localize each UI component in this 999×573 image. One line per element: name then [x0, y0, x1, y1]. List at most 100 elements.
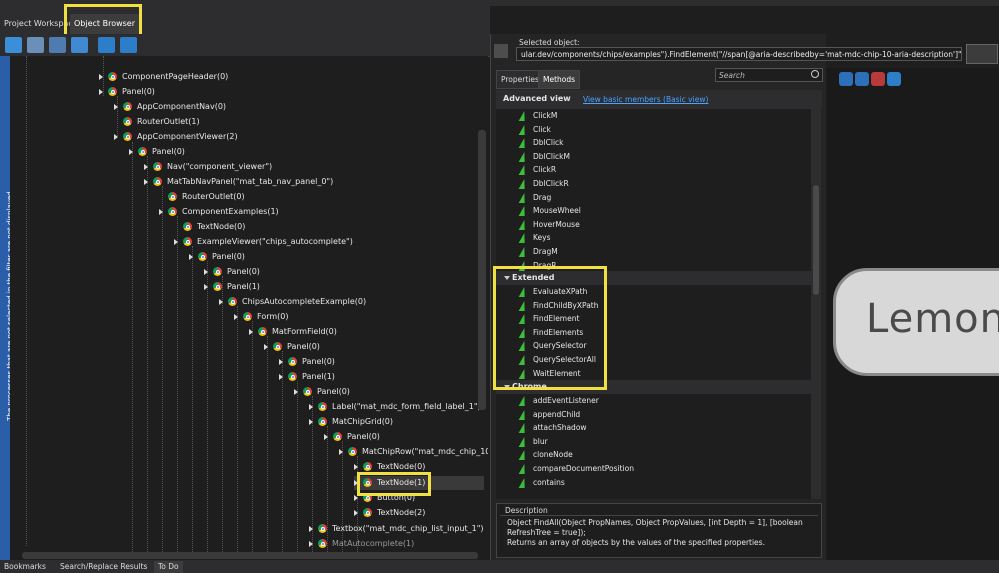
- expand-arrow-icon[interactable]: [129, 148, 133, 155]
- expand-arrow-icon[interactable]: [204, 283, 208, 290]
- expand-arrow-icon[interactable]: [189, 253, 193, 260]
- tree-horizontal-scrollbar[interactable]: [22, 552, 478, 559]
- tree-node[interactable]: ChipsAutocompleteExample(0): [219, 295, 366, 309]
- method-item[interactable]: ClickM: [496, 109, 811, 123]
- expand-arrow-icon[interactable]: [324, 433, 328, 440]
- tree-node[interactable]: AppComponentNav(0): [114, 100, 226, 114]
- tree-node[interactable]: Panel(0): [294, 385, 350, 399]
- method-item[interactable]: MouseWheel: [496, 204, 811, 218]
- tree-node[interactable]: Panel(0): [99, 85, 155, 99]
- expand-arrow-icon[interactable]: [279, 373, 283, 380]
- fit-to-screen-icon[interactable]: [887, 72, 901, 86]
- expand-arrow-icon[interactable]: [309, 525, 313, 532]
- zoom-in-icon[interactable]: [855, 72, 869, 86]
- method-item[interactable]: QuerySelectorAll: [496, 353, 811, 367]
- expand-arrow-icon[interactable]: [99, 88, 103, 95]
- method-item[interactable]: Click: [496, 123, 811, 137]
- expand-arrow-icon[interactable]: [219, 298, 223, 305]
- tree-node[interactable]: RouterOutlet(1): [123, 115, 200, 129]
- method-item[interactable]: blur: [496, 435, 811, 449]
- tree-node[interactable]: ExampleViewer("chips_autocomplete"): [174, 235, 353, 249]
- method-item[interactable]: cloneNode: [496, 448, 811, 462]
- options-gear-icon[interactable]: [49, 37, 66, 53]
- tab-bookmarks[interactable]: Bookmarks: [0, 561, 50, 573]
- expand-arrow-icon[interactable]: [99, 73, 103, 80]
- refresh-icon[interactable]: [98, 37, 115, 53]
- expand-arrow-icon[interactable]: [309, 540, 313, 547]
- expand-arrow-icon[interactable]: [354, 509, 358, 516]
- tree-node[interactable]: Panel(0): [189, 250, 245, 264]
- collapse-arrow-icon[interactable]: [504, 385, 510, 389]
- method-item[interactable]: DblClick: [496, 136, 811, 150]
- expand-arrow-icon[interactable]: [234, 313, 238, 320]
- settings-gear-icon[interactable]: [27, 37, 44, 53]
- method-item[interactable]: DblClickR: [496, 177, 811, 191]
- highlight-element-icon[interactable]: [839, 72, 853, 86]
- method-item[interactable]: WaitElement: [496, 367, 811, 381]
- expand-arrow-icon[interactable]: [264, 343, 268, 350]
- eye-icon[interactable]: [71, 37, 88, 53]
- method-item[interactable]: DblClickM: [496, 150, 811, 164]
- tab-object-browser[interactable]: Object Browser: [70, 14, 140, 34]
- tree-node-selected[interactable]: TextNode(1): [354, 476, 484, 490]
- method-item[interactable]: FindElements: [496, 326, 811, 340]
- tree-node[interactable]: MatAutocomplete(1): [309, 537, 414, 551]
- method-item[interactable]: appendChild: [496, 408, 811, 422]
- tree-node[interactable]: Nav("component_viewer"): [144, 160, 272, 174]
- tree-node[interactable]: MatChipRow("mat_mdc_chip_10: [339, 445, 488, 459]
- tab-methods[interactable]: Methods: [538, 70, 581, 89]
- expand-arrow-icon[interactable]: [114, 103, 118, 110]
- basic-view-link[interactable]: View basic members (Basic view): [583, 95, 708, 104]
- group-extended[interactable]: Extended: [496, 271, 811, 285]
- search-input[interactable]: Search: [715, 68, 823, 82]
- method-item[interactable]: contains: [496, 476, 811, 490]
- methods-scrollbar-thumb[interactable]: [813, 185, 819, 295]
- tree-node[interactable]: MatFormField(0): [249, 325, 337, 339]
- remove-highlight-icon[interactable]: [871, 72, 885, 86]
- tree-node[interactable]: TextNode(0): [183, 220, 245, 234]
- method-item[interactable]: attachShadow: [496, 421, 811, 435]
- tree-node[interactable]: Panel(0): [279, 355, 335, 369]
- tree-vertical-scrollbar[interactable]: [478, 130, 486, 410]
- expand-arrow-icon[interactable]: [354, 494, 358, 501]
- tree-node[interactable]: Label("mat_mdc_form_field_label_1"): [309, 400, 481, 414]
- tree-node[interactable]: MatTabNavPanel("mat_tab_nav_panel_0"): [144, 175, 333, 189]
- back-arrow-icon[interactable]: [494, 44, 508, 58]
- tree-node[interactable]: Form(0): [234, 310, 288, 324]
- tree-node[interactable]: Textbox("mat_mdc_chip_list_input_1"): [309, 522, 484, 536]
- method-item[interactable]: Keys: [496, 231, 811, 245]
- tree-node[interactable]: AppComponentViewer(2): [114, 130, 238, 144]
- group-chrome[interactable]: Chrome: [496, 380, 811, 394]
- tree-node[interactable]: Panel(0): [129, 145, 185, 159]
- spy-icon[interactable]: [120, 37, 137, 53]
- selected-object-field[interactable]: ular.dev/components/chips/examples").Fin…: [516, 47, 962, 61]
- expand-arrow-icon[interactable]: [354, 463, 358, 470]
- tree-node[interactable]: RouterOutlet(0): [168, 190, 245, 204]
- tree-node[interactable]: TextNode(2): [354, 506, 425, 520]
- tree-node[interactable]: Panel(0): [264, 340, 320, 354]
- collapse-arrow-icon[interactable]: [504, 276, 510, 280]
- tree-node[interactable]: Panel(1): [204, 280, 260, 294]
- tree-node[interactable]: Panel(0): [324, 430, 380, 444]
- method-item[interactable]: HoverMouse: [496, 218, 811, 232]
- expand-arrow-icon[interactable]: [354, 479, 358, 486]
- tree-node[interactable]: MatChipGrid(0): [309, 415, 393, 429]
- expand-arrow-icon[interactable]: [294, 388, 298, 395]
- expand-arrow-icon[interactable]: [204, 268, 208, 275]
- method-item[interactable]: ClickR: [496, 163, 811, 177]
- tree-node[interactable]: Panel(0): [204, 265, 260, 279]
- expand-arrow-icon[interactable]: [114, 133, 118, 140]
- expand-arrow-icon[interactable]: [309, 418, 313, 425]
- expand-arrow-icon[interactable]: [159, 208, 163, 215]
- tree-node[interactable]: TextNode(0): [354, 460, 425, 474]
- tree-node[interactable]: ComponentExamples(1): [159, 205, 279, 219]
- tab-search-replace-results[interactable]: Search/Replace Results: [56, 561, 151, 573]
- expand-arrow-icon[interactable]: [309, 403, 313, 410]
- tree-node[interactable]: ComponentPageHeader(0): [99, 70, 228, 84]
- tab-properties[interactable]: Properties: [496, 70, 544, 89]
- expand-arrow-icon[interactable]: [144, 163, 148, 170]
- expand-arrow-icon[interactable]: [174, 238, 178, 245]
- method-item[interactable]: addEventListener: [496, 394, 811, 408]
- search-icon[interactable]: [811, 70, 819, 78]
- expand-arrow-icon[interactable]: [144, 178, 148, 185]
